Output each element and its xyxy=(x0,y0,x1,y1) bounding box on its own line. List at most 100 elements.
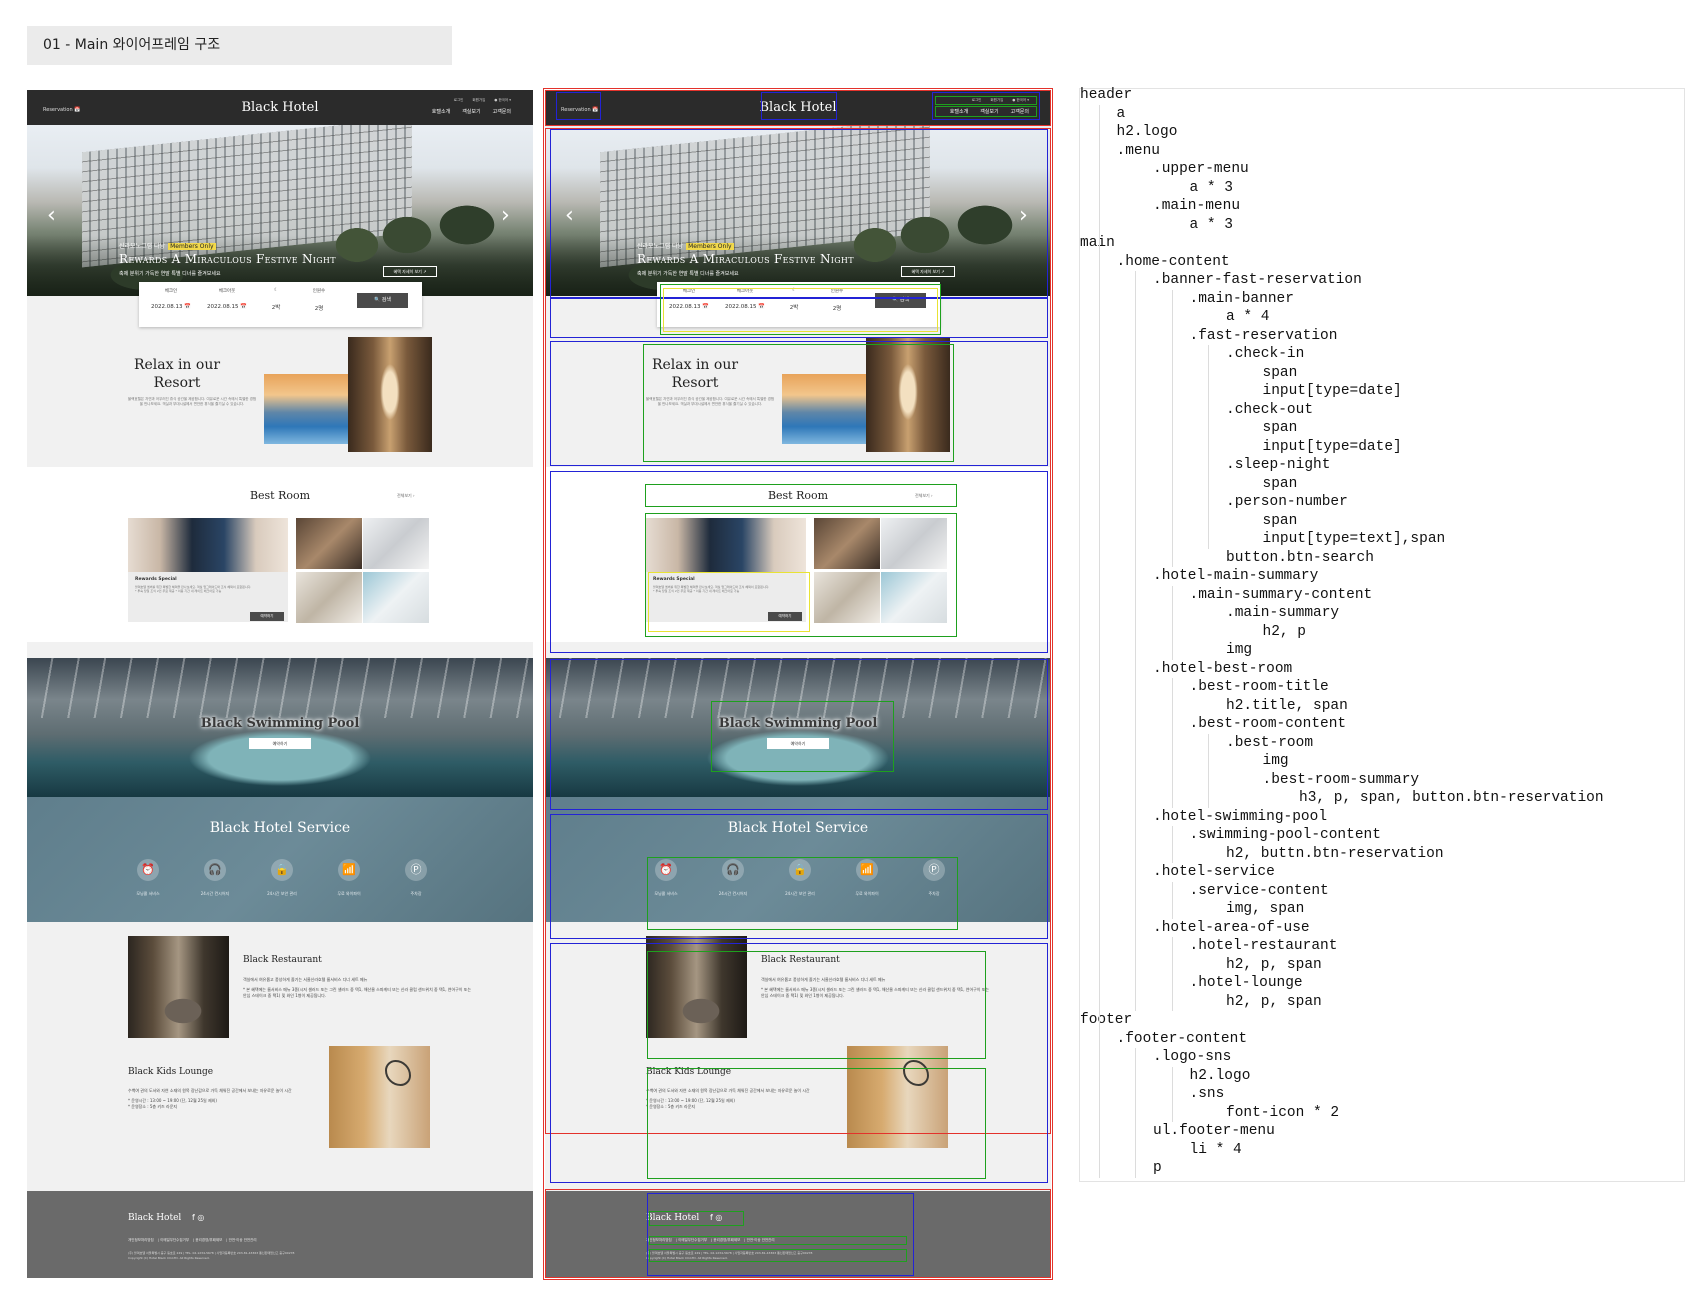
best-room-more-link[interactable]: 전체보기 › xyxy=(915,493,933,499)
banner-prev-arrow-icon[interactable]: ‹ xyxy=(565,203,574,228)
footer-menu-item[interactable]: 이메일무단수집거부 xyxy=(158,1238,189,1243)
upper-menu-item[interactable]: 회원가입 xyxy=(472,98,485,103)
main-menu-item[interactable]: 고객문의 xyxy=(1011,108,1029,115)
upper-menu-item[interactable]: 로그인 xyxy=(454,98,464,103)
footer-logo[interactable]: Black Hotel xyxy=(128,1213,181,1223)
section-heading: 01 - Main 와이어프레임 구조 xyxy=(27,26,452,65)
restaurant-note: * 본 혜택에는 룸서비스 메뉴 3종(시저 샐러드 또는 그린 샐러드 중 택… xyxy=(243,987,472,998)
check-out-input[interactable]: 2022.08.15 📅 xyxy=(725,304,765,310)
check-out[interactable]: 체크아웃 2022.08.15 📅 xyxy=(205,288,249,310)
check-in[interactable]: 체크인 2022.08.13 📅 xyxy=(667,288,711,310)
service-label: 24시간 컨시어지 xyxy=(718,891,748,896)
tree-node: .hotel-service xyxy=(1153,864,1275,880)
service-item: 🔒 24시간 보안 관리 xyxy=(257,859,307,897)
footer-menu-item[interactable]: 개인정보처리방침 xyxy=(646,1238,672,1243)
best-room-more-link[interactable]: 전체보기 › xyxy=(397,493,415,499)
check-in[interactable]: 체크인 2022.08.13 📅 xyxy=(149,288,193,310)
tree-guide-line xyxy=(1098,252,1100,1030)
reservation-button[interactable]: 예약하기 xyxy=(250,612,284,621)
best-room-main-image[interactable] xyxy=(646,518,806,572)
banner-subtitle-text: 신라모노그램 다낭 xyxy=(637,243,684,250)
search-button[interactable]: 🔍 검색 xyxy=(875,293,926,308)
tree-node: a xyxy=(1116,105,1126,122)
best-room-main-image[interactable] xyxy=(128,518,288,572)
main-menu-item[interactable]: 객실보기 xyxy=(462,108,480,115)
room-thumbnail[interactable] xyxy=(881,572,947,623)
search-button[interactable]: 🔍 검색 xyxy=(357,293,408,308)
person-number[interactable]: 인원수 2명 xyxy=(817,288,857,312)
tree-node: header xyxy=(1080,87,1133,103)
check-in-input[interactable]: 2022.08.13 📅 xyxy=(151,304,191,310)
upper-menu-item[interactable]: 회원가입 xyxy=(990,98,1003,103)
banner-next-arrow-icon[interactable]: › xyxy=(1019,203,1028,228)
footer-menu-item[interactable]: 안전·이상 안전관리 xyxy=(744,1238,775,1243)
footer-menu-item[interactable]: 안전·이상 안전관리 xyxy=(226,1238,257,1243)
tree-node: .menu xyxy=(1116,142,1161,159)
footer-logo[interactable]: Black Hotel xyxy=(646,1213,699,1223)
main-menu-item[interactable]: 호텔소개 xyxy=(432,108,450,115)
hotel-service-section: Black Hotel Service ⏰ 모닝콜 서비스 🎧 24시간 컨시어지 … xyxy=(27,797,533,922)
main-menu-item[interactable]: 객실보기 xyxy=(980,108,998,115)
language-select[interactable]: ● 한국어 ▾ xyxy=(1012,98,1029,103)
lounge-place: * 운영장소 : 5층 키즈 라운지 xyxy=(646,1104,696,1109)
moon-icon: ☾ xyxy=(791,288,797,293)
sns-icons[interactable]: f ◎ xyxy=(710,1213,722,1222)
footer-menu-item[interactable]: 윤리경영/부패제보 xyxy=(711,1238,740,1243)
pool-reservation-button[interactable]: 예약하기 xyxy=(249,738,311,749)
sns-icons[interactable]: f ◎ xyxy=(192,1213,204,1222)
site-header: Reservation 📅 Black Hotel 로그인 회원가입 ● 한국어… xyxy=(545,90,1051,125)
footer-menu: 개인정보처리방침 이메일무단수집거부 윤리경영/부패제보 안전·이상 안전관리 xyxy=(646,1238,775,1243)
main-menu-item[interactable]: 호텔소개 xyxy=(950,108,968,115)
restaurant-desc: 객실에서 여유롭고 풍성하게 즐기는 서울신라호텔 룸서비스 디너 세트 메뉴 … xyxy=(243,977,473,999)
reservation-button[interactable]: 예약하기 xyxy=(768,612,802,621)
banner-title: Rewards A Miraculous Festive Night xyxy=(637,252,854,266)
main-summary-content: Relax in our Resort 블랙호텔은 자연과 어우러진 휴식 공간… xyxy=(545,337,1051,467)
restaurant-desc-text: 객실에서 여유롭고 풍성하게 즐기는 서울신라호텔 룸서비스 디너 세트 메뉴 xyxy=(243,977,368,982)
room-thumbnail[interactable] xyxy=(881,518,947,569)
pool-ceiling-image xyxy=(27,658,533,718)
tree-node: h2, buttn.btn-reservation xyxy=(1226,845,1444,862)
tree-node: .hotel-area-of-use xyxy=(1153,919,1310,936)
tree-node: main xyxy=(1080,235,1115,251)
best-room-title: Best Room xyxy=(249,489,311,502)
tree-node: li * 4 xyxy=(1189,1141,1242,1158)
resort-pool-image xyxy=(264,374,348,444)
person-input[interactable]: 2명 xyxy=(833,306,842,312)
upper-menu-item[interactable]: 로그인 xyxy=(972,98,982,103)
tree-node: .hotel-lounge xyxy=(1189,975,1303,991)
footer-menu-item[interactable]: 개인정보처리방침 xyxy=(128,1238,154,1243)
check-in-input[interactable]: 2022.08.13 📅 xyxy=(669,304,709,310)
room-thumbnail[interactable] xyxy=(363,518,429,569)
banner-detail-button[interactable]: 혜택 자세히 보기 ↗ xyxy=(901,266,955,277)
check-out[interactable]: 체크아웃 2022.08.15 📅 xyxy=(723,288,767,310)
room-thumbnail[interactable] xyxy=(814,572,880,623)
tree-node: ul.footer-menu xyxy=(1153,1123,1275,1139)
best-room-summary: Rewards Special 블랙호텔 멤버를 위한 특별한 혜택을 만나보세… xyxy=(646,572,806,622)
person-number[interactable]: 인원수 2명 xyxy=(299,288,339,312)
banner-prev-arrow-icon[interactable]: ‹ xyxy=(47,203,56,228)
tree-guide-line xyxy=(1098,1029,1100,1178)
service-label: 24시간 보안 관리 xyxy=(267,891,297,896)
language-select[interactable]: ● 한국어 ▾ xyxy=(494,98,511,103)
banner-palms-image xyxy=(27,195,533,296)
room-thumbnail[interactable] xyxy=(363,572,429,623)
person-input[interactable]: 2명 xyxy=(315,306,324,312)
banner-next-arrow-icon[interactable]: › xyxy=(501,203,510,228)
best-room-section: Best Room 전체보기 › Rewards Special 블랙호텔 멤버… xyxy=(27,467,533,642)
banner-detail-button[interactable]: 혜택 자세히 보기 ↗ xyxy=(383,266,437,277)
main-menu-item[interactable]: 고객문의 xyxy=(493,108,511,115)
summary-desc: 블랙호텔은 자연과 어우러진 휴식 공간을 제공합니다. 여유로운 시간 속에서… xyxy=(127,397,257,406)
tree-node: h2.title, span xyxy=(1226,697,1348,714)
tree-node: a * 3 xyxy=(1189,216,1234,233)
summary-title: Relax in our Resort xyxy=(133,357,221,391)
room-thumbnail[interactable] xyxy=(296,518,362,569)
room-thumbnail[interactable] xyxy=(296,572,362,623)
pool-reservation-button[interactable]: 예약하기 xyxy=(767,738,829,749)
main-summary-content: Relax in our Resort 블랙호텔은 자연과 어우러진 휴식 공간… xyxy=(27,337,533,467)
room-thumbnail[interactable] xyxy=(814,518,880,569)
check-out-input[interactable]: 2022.08.15 📅 xyxy=(207,304,247,310)
tree-node: span xyxy=(1262,364,1298,381)
footer-menu-item[interactable]: 윤리경영/부패제보 xyxy=(193,1238,222,1243)
footer-menu-item[interactable]: 이메일무단수집거부 xyxy=(676,1238,707,1243)
swimming-pool-section: Black Swimming Pool 예약하기 xyxy=(27,658,533,797)
